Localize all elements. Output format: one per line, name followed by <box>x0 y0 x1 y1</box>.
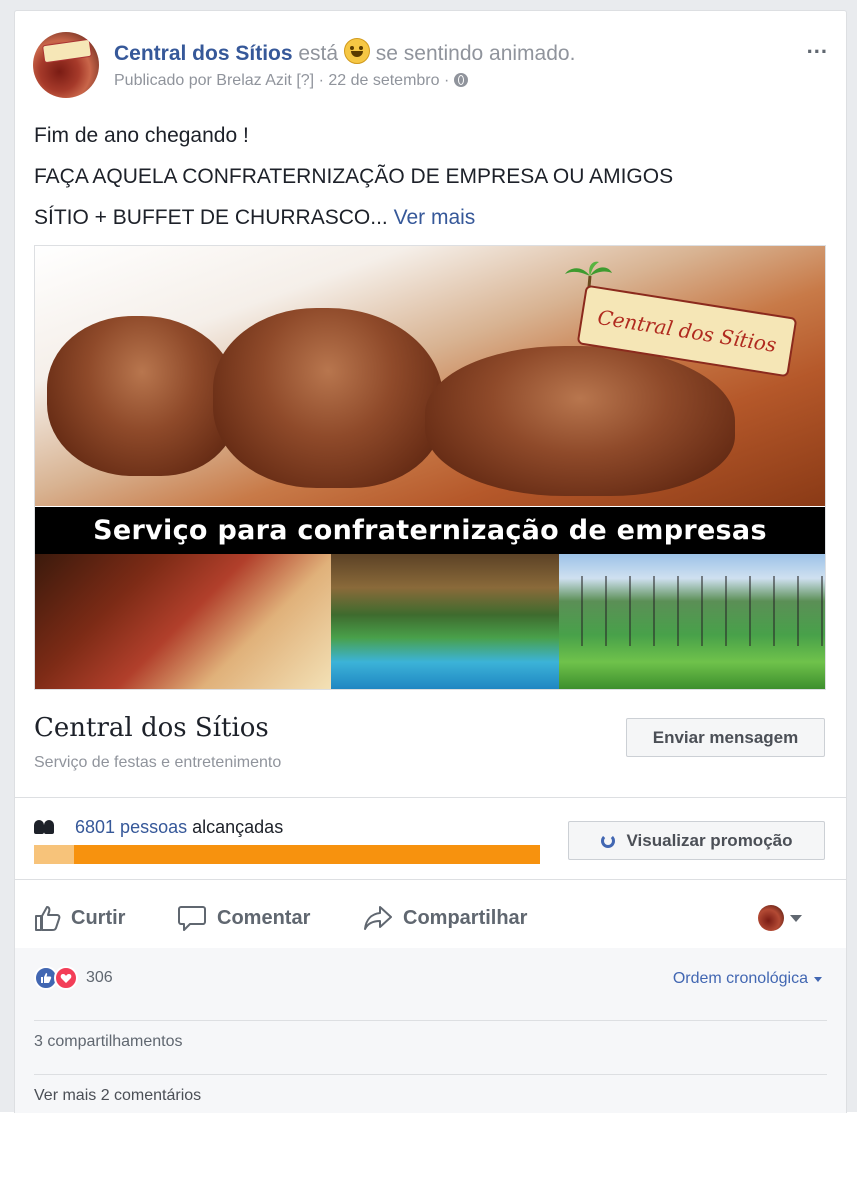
reach-suffix: alcançadas <box>192 817 284 837</box>
share-button[interactable]: Compartilhar <box>363 889 527 947</box>
post-text-line: Fim de ano chegando ! <box>34 124 249 147</box>
logo-text: Central dos Sítios <box>595 305 779 357</box>
post-meta: Publicado por Brelaz Azit [?] · 22 de se… <box>114 72 468 90</box>
refresh-icon <box>600 833 615 848</box>
feeling-text: se sentindo animado. <box>375 42 576 65</box>
like-button[interactable]: Curtir <box>33 889 125 947</box>
meat-slice-image <box>213 308 443 488</box>
divider <box>34 1020 827 1021</box>
reactions-summary[interactable]: 306 <box>34 966 113 990</box>
pool-kiosk-photo <box>331 554 559 689</box>
share-label: Compartilhar <box>403 906 528 929</box>
smiley-emoji-icon <box>343 38 370 64</box>
view-more-comments-link[interactable]: Ver mais 2 comentários <box>34 1087 201 1105</box>
page-name-link[interactable]: Central dos Sítios <box>114 42 293 65</box>
post-actions-bar: Curtir Comentar Compartilhar <box>15 889 846 947</box>
share-arrow-icon <box>364 906 392 930</box>
sliced-meat-photo <box>35 554 331 689</box>
comment-bubble-icon <box>178 906 206 931</box>
promotion-progress-bar <box>34 845 540 864</box>
order-label: Ordem cronológica <box>672 970 808 987</box>
meat-slice-image <box>47 316 237 476</box>
post-date[interactable]: · 22 de setembro · <box>319 72 450 89</box>
post-header: Central dos Sítios está se sentindo anim… <box>114 38 575 66</box>
post-text: Fim de ano chegando ! FAÇA AQUELA CONFRA… <box>34 115 673 238</box>
people-icon <box>34 820 56 834</box>
avatar-logo-badge <box>41 38 93 64</box>
page-card-title[interactable]: Central dos Sítios <box>34 713 269 743</box>
progress-bar-fill <box>74 845 540 864</box>
comment-order-dropdown[interactable]: Ordem cronológica <box>673 970 822 988</box>
reach-stats: 6801 pessoas alcançadas <box>34 817 283 838</box>
like-label: Curtir <box>71 906 126 929</box>
view-promotion-button[interactable]: Visualizar promoção <box>568 821 825 860</box>
divider <box>15 797 846 798</box>
post-card: Central dos Sítios está se sentindo anim… <box>14 10 847 1113</box>
reaction-count: 306 <box>86 969 113 986</box>
comment-button[interactable]: Comentar <box>177 889 310 947</box>
page-card-category: Serviço de festas e entretenimento <box>34 754 282 771</box>
comment-label: Comentar <box>217 906 311 929</box>
send-message-button[interactable]: Enviar mensagem <box>626 718 825 757</box>
chevron-down-icon <box>814 976 822 982</box>
meat-slice-image <box>425 346 735 496</box>
view-promotion-label: Visualizar promoção <box>626 830 793 850</box>
more-options-icon[interactable]: ... <box>807 33 828 59</box>
globe-icon <box>453 73 468 87</box>
feedback-section: 306 Ordem cronológica 3 compartilhamento… <box>15 948 846 1113</box>
page-avatar[interactable] <box>33 32 99 98</box>
post-text-fragment: SÍTIO + BUFFET DE CHURRASCO... <box>34 206 388 229</box>
thumbs-up-icon <box>35 906 61 931</box>
divider <box>34 1074 827 1075</box>
feeling-prefix: está <box>298 42 339 65</box>
reach-number-link[interactable]: 6801 pessoas <box>75 817 187 837</box>
love-reaction-icon <box>54 966 78 990</box>
page-mini-avatar <box>758 905 784 931</box>
image-banner-text: Serviço para confraternização de empresa… <box>35 507 825 554</box>
chevron-down-icon <box>790 914 802 922</box>
divider <box>15 879 846 880</box>
published-by[interactable]: Publicado por Brelaz Azit [?] <box>114 72 314 89</box>
post-image[interactable]: Central dos Sítios Serviço para confrate… <box>34 245 826 690</box>
post-text-line: SÍTIO + BUFFET DE CHURRASCO... Ver mais <box>34 197 673 238</box>
post-text-line: FAÇA AQUELA CONFRATERNIZAÇÃO DE EMPRESA … <box>34 165 674 188</box>
see-more-link[interactable]: Ver mais <box>394 206 476 229</box>
post-as-selector[interactable] <box>758 889 802 947</box>
shares-count-link[interactable]: 3 compartilhamentos <box>34 1033 183 1051</box>
court-fence-image <box>559 576 825 646</box>
